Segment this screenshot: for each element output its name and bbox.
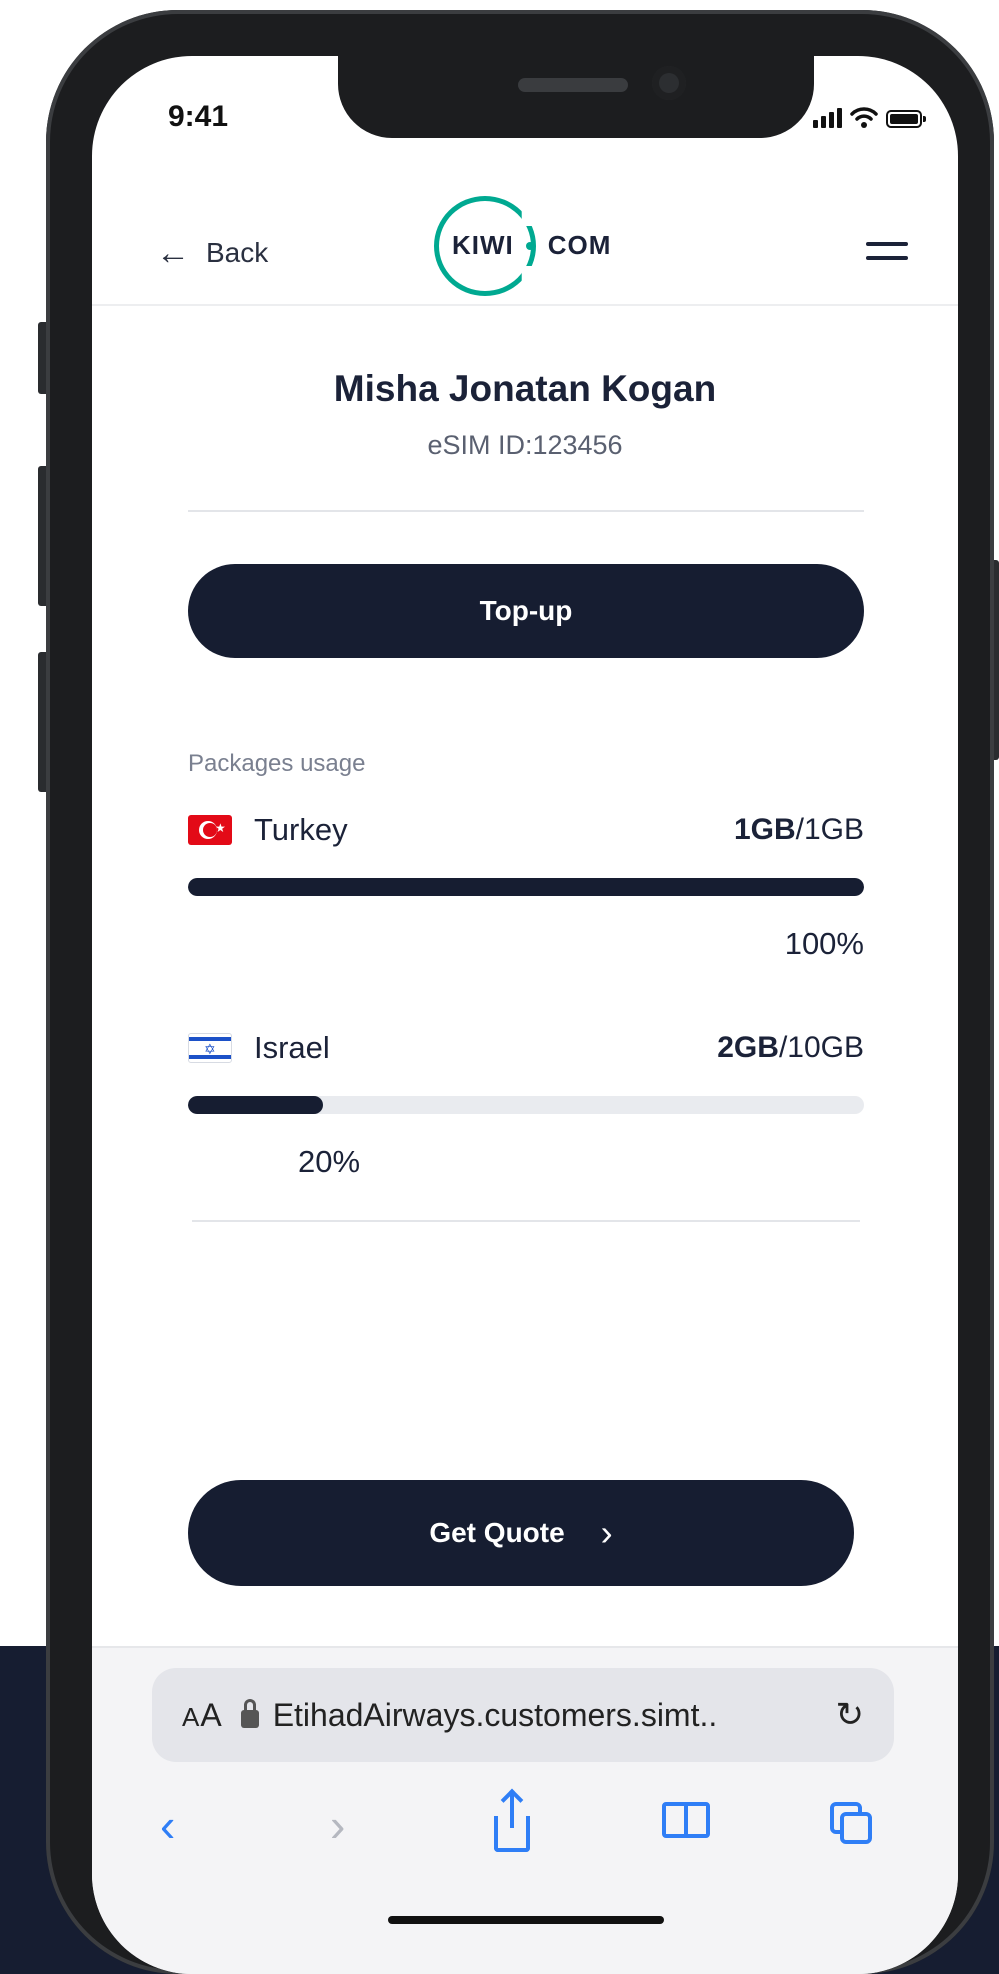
usage-percent: 20% <box>298 1144 361 1179</box>
bookmarks-icon[interactable] <box>662 1802 710 1838</box>
package-amount: 2GB/10GB <box>717 1031 864 1065</box>
kiwi-logo[interactable]: KIWI COM <box>434 196 644 296</box>
browser-forward-icon[interactable]: › <box>330 1802 345 1848</box>
israel-flag-icon: ✡ <box>188 1033 232 1063</box>
package-used: 1GB <box>733 813 796 846</box>
divider <box>188 510 864 512</box>
topup-button[interactable]: Top-up <box>188 564 864 658</box>
packages-usage-title: Packages usage <box>188 750 366 777</box>
logo-text: KIWI COM <box>452 230 611 261</box>
package-used: 2GB <box>717 1031 779 1064</box>
phone-screen: 9:41 ← Back KIWI COM Misha Jonatan Kogan… <box>92 56 958 1974</box>
get-quote-button[interactable]: Get Quote › <box>188 1480 854 1586</box>
esim-id: eSIM ID:123456 <box>427 430 623 460</box>
usage-progress-bar <box>188 1096 324 1114</box>
phone-frame: 9:41 ← Back KIWI COM Misha Jonatan Kogan… <box>46 10 994 1974</box>
divider <box>192 1220 860 1222</box>
browser-toolbar: AA EtihadAirways.customers.simt.. ↻ ‹ › <box>92 1646 958 1974</box>
camera <box>652 66 686 100</box>
top-nav: ← Back KIWI COM <box>92 176 958 306</box>
address-bar[interactable]: AA EtihadAirways.customers.simt.. ↻ <box>152 1668 894 1762</box>
package-israel: ✡ Israel 2GB/10GB 20% <box>188 1028 864 1180</box>
wifi-icon <box>850 107 878 128</box>
notch <box>338 56 814 138</box>
package-country: Turkey <box>254 812 348 847</box>
package-total: /10GB <box>778 1031 864 1064</box>
get-quote-label: Get Quote <box>429 1517 565 1548</box>
logo-left-text: KIWI <box>452 230 514 260</box>
usage-progress-track <box>188 878 864 896</box>
speaker <box>518 78 628 92</box>
usage-percent: 100% <box>784 926 864 961</box>
reload-icon[interactable]: ↻ <box>836 1695 865 1735</box>
logo-right-text: COM <box>547 230 612 260</box>
home-indicator <box>388 1916 664 1924</box>
url-text: EtihadAirways.customers.simt.. <box>272 1696 718 1733</box>
back-button[interactable]: ← Back <box>156 236 268 270</box>
chevron-right-icon: › <box>600 1512 613 1553</box>
package-total: /1GB <box>795 813 864 846</box>
logo-dot <box>525 241 534 250</box>
usage-progress-bar <box>188 878 864 896</box>
package-country: Israel <box>254 1030 330 1065</box>
cellular-signal-icon <box>813 108 842 128</box>
status-icons <box>813 106 926 128</box>
tabs-icon[interactable] <box>830 1802 874 1846</box>
back-label: Back <box>206 237 269 268</box>
text-size-button[interactable]: AA <box>182 1697 223 1734</box>
usage-progress-track <box>188 1096 864 1114</box>
lock-icon <box>240 1699 259 1728</box>
hamburger-icon[interactable] <box>866 242 908 270</box>
user-name: Misha Jonatan Kogan <box>333 368 717 409</box>
arrow-left-icon: ← <box>156 234 190 272</box>
turkey-flag-icon: ★ <box>188 815 232 845</box>
share-icon[interactable] <box>494 1794 530 1852</box>
browser-back-icon[interactable]: ‹ <box>160 1802 175 1848</box>
battery-icon <box>886 110 926 128</box>
package-turkey: ★ Turkey 1GB/1GB 100% <box>188 810 864 962</box>
package-amount: 1GB/1GB <box>734 813 864 847</box>
status-time: 9:41 <box>168 100 229 133</box>
